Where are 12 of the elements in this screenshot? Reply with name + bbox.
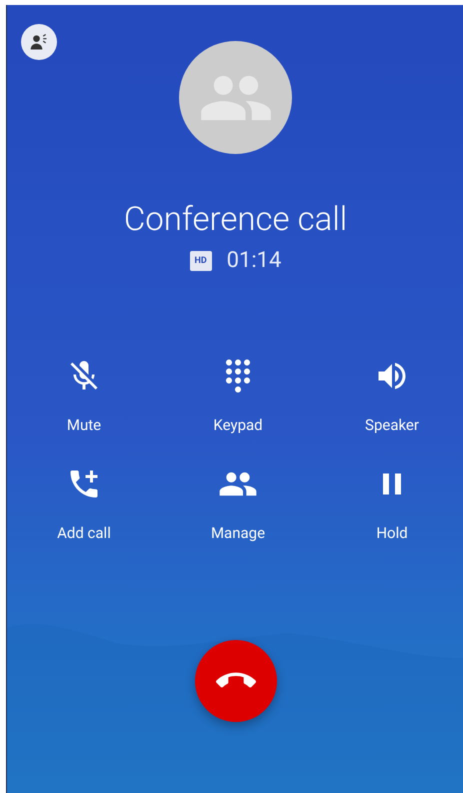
call-action-button[interactable]: Keypad	[188, 356, 288, 434]
speaker-person-button[interactable]	[21, 24, 57, 60]
call-action-button[interactable]: Speaker	[342, 356, 442, 434]
person-speaking-icon	[29, 32, 49, 52]
call-action-button[interactable]: Mute	[34, 356, 134, 434]
call-action-button[interactable]: Manage	[188, 464, 288, 542]
call-action-button[interactable]: Add call	[34, 464, 134, 542]
call-action-button[interactable]: Hold	[342, 464, 442, 542]
end-call-button[interactable]	[194, 640, 276, 722]
call-title: Conference call	[124, 200, 348, 240]
call-duration: 01:14	[226, 248, 282, 274]
hd-badge: HD	[190, 251, 212, 271]
